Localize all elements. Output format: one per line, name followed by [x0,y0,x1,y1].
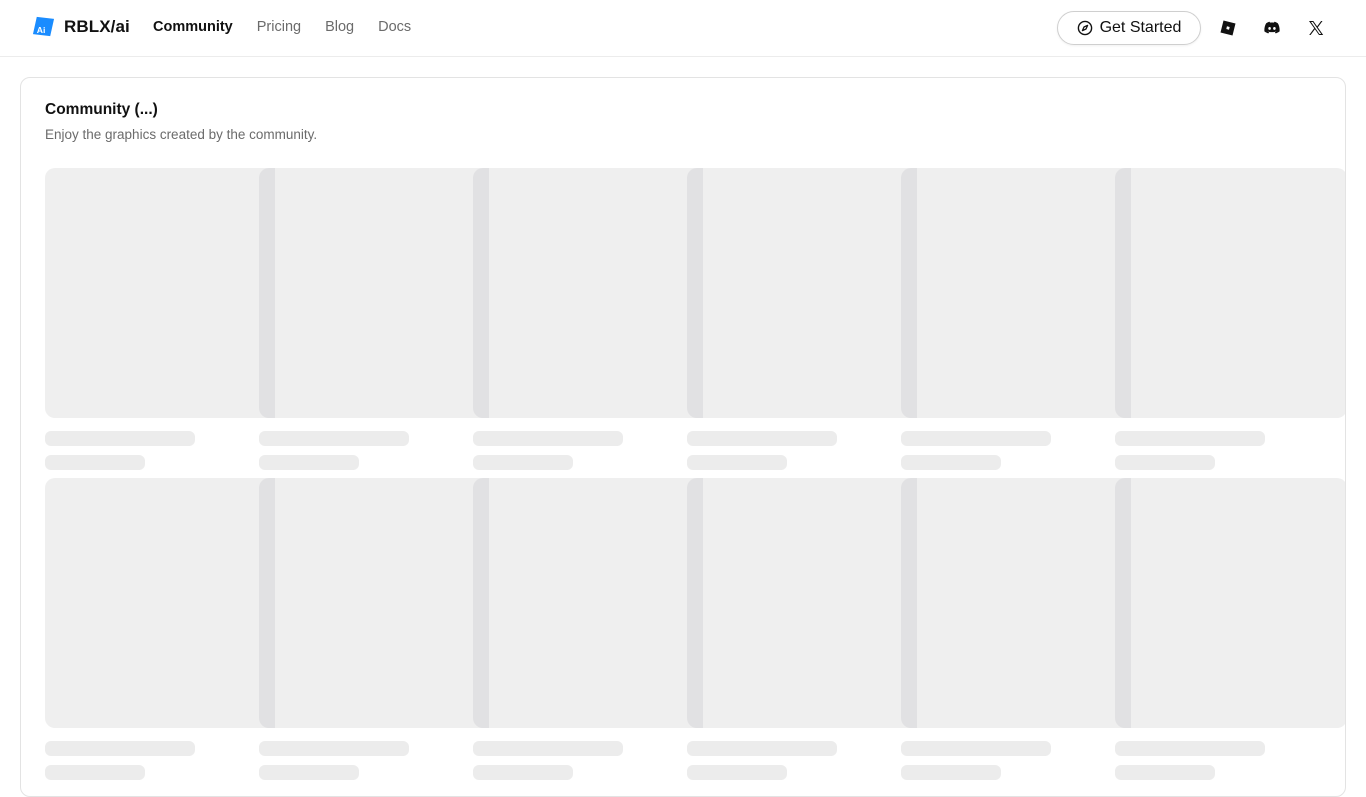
skeleton-meta-line [259,455,359,470]
skeleton-meta-line [1115,455,1215,470]
skeleton-title-line [473,741,623,756]
skeleton-title-line [259,431,409,446]
x-link[interactable] [1306,18,1326,38]
skeleton-meta-line [687,765,787,780]
nav-pricing[interactable]: Pricing [257,19,301,35]
svg-text:Ai: Ai [37,25,46,35]
skeleton-thumbnail [1115,168,1345,418]
skeleton-thumbnail [1115,478,1345,728]
discord-icon [1264,21,1280,34]
skeleton-meta-line [901,765,1001,780]
compass-icon [1077,20,1092,36]
skeleton-meta-line [45,765,145,780]
discord-link[interactable] [1262,18,1282,38]
community-panel: Community (...) Enjoy the graphics creat… [20,77,1346,797]
roblox-link[interactable] [1218,18,1238,38]
skeleton-meta-line [473,455,573,470]
skeleton-title-line [45,741,195,756]
skeleton-title-line [45,431,195,446]
nav-docs[interactable]: Docs [378,19,411,35]
skeleton-title-line [1115,741,1265,756]
skeleton-title-line [1115,431,1265,446]
rblx-logo-icon: Ai [32,16,55,37]
roblox-icon [1220,20,1236,36]
brand[interactable]: Ai RBLX/ai [32,15,130,38]
skeleton-meta-line [473,765,573,780]
get-started-button[interactable]: Get Started [1057,11,1201,45]
page-subtitle: Enjoy the graphics created by the commun… [45,127,318,142]
x-icon [1309,21,1324,35]
skeleton-title-line [259,741,409,756]
main-nav: Community Pricing Blog Docs [153,19,411,35]
top-header: Ai RBLX/ai Community Pricing Blog Docs G… [0,0,1366,57]
skeleton-card [1115,478,1345,780]
gallery-grid [45,168,1345,788]
gallery-row [45,478,1345,788]
skeleton-title-line [687,741,837,756]
nav-blog[interactable]: Blog [325,19,354,35]
skeleton-title-line [473,431,623,446]
skeleton-title-line [687,431,837,446]
skeleton-meta-line [687,455,787,470]
nav-community[interactable]: Community [153,19,233,35]
page-title: Community (...) [45,101,158,118]
skeleton-title-line [901,431,1051,446]
skeleton-meta-line [259,765,359,780]
skeleton-meta-line [901,455,1001,470]
gallery-row [45,168,1345,478]
get-started-label: Get Started [1099,19,1182,36]
brand-name: RBLX/ai [64,16,130,36]
skeleton-meta-line [45,455,145,470]
skeleton-card [1115,168,1345,470]
skeleton-meta-line [1115,765,1215,780]
skeleton-title-line [901,741,1051,756]
